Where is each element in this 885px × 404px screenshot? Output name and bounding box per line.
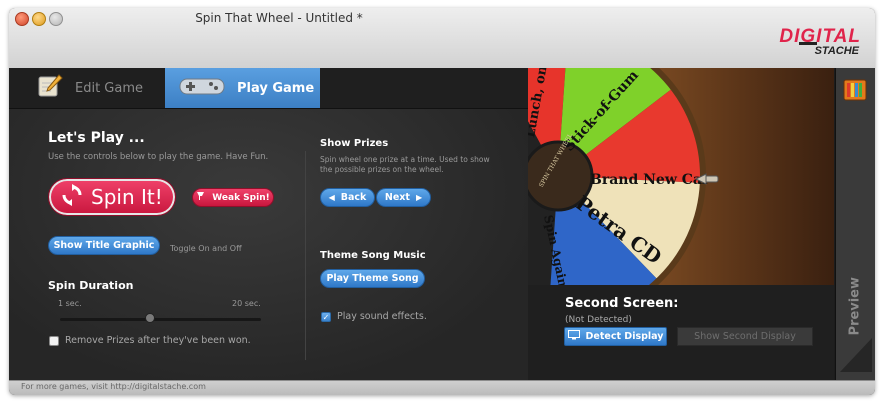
spin-duration-max: 20 sec. [232, 299, 261, 308]
column-divider [305, 151, 306, 360]
spin-it-button[interactable]: Spin It! [48, 178, 176, 216]
preview-sidebar[interactable]: Preview [835, 68, 875, 380]
spin-duration-slider[interactable] [60, 318, 261, 321]
detect-display-label: Detect Display [585, 331, 664, 342]
second-screen-title: Second Screen: [565, 296, 679, 311]
spin-duration-title: Spin Duration [48, 279, 134, 292]
spin-duration-min: 1 sec. [58, 299, 82, 308]
preview-corner-arrow [840, 338, 872, 372]
sound-effects-checkbox[interactable]: ✓ [321, 312, 331, 322]
gamepad-icon [179, 76, 225, 100]
show-prizes-title: Show Prizes [320, 138, 389, 149]
play-theme-song-button[interactable]: Play Theme Song [320, 269, 425, 288]
title-bar: Spin That Wheel - Untitled * DIGITAL STA… [9, 8, 875, 69]
edit-pencil-icon [37, 74, 63, 102]
tab-edit-game[interactable]: Edit Game [9, 68, 165, 108]
refresh-icon [61, 183, 83, 211]
sound-effects-label: Play sound effects. [337, 311, 427, 322]
play-title: Let's Play ... [48, 130, 145, 146]
footer-text: For more games, visit http://digitalstac… [21, 382, 206, 391]
film-strip-icon [843, 78, 867, 106]
prize-wheel: Lunch, on Stick-of-Gum Brand New Car Pet… [528, 68, 719, 285]
tab-play-game-label: Play Game [237, 80, 315, 96]
tab-edit-game-label: Edit Game [75, 80, 144, 96]
remove-prizes-label: Remove Prizes after they've been won. [65, 335, 251, 346]
show-second-display-button[interactable]: Show Second Display [677, 327, 813, 346]
spin-it-label: Spin It! [91, 185, 163, 209]
tab-bar: Edit Game Play Game [9, 68, 528, 109]
remove-prizes-checkbox[interactable] [49, 336, 59, 346]
detect-display-button[interactable]: Detect Display [564, 327, 667, 346]
weak-spin-label: Weak Spin! [212, 192, 270, 203]
show-prizes-desc-2: the possible prizes on the wheel. [320, 165, 444, 174]
next-button[interactable]: Next ▶ [376, 188, 431, 207]
checkmark-icon: ✓ [322, 313, 330, 322]
play-subtitle: Use the controls below to play the game.… [48, 152, 269, 162]
show-title-graphic-button[interactable]: Show Title Graphic [48, 236, 160, 255]
preview-area: Lunch, on Stick-of-Gum Brand New Car Pet… [528, 68, 875, 380]
window-title: Spin That Wheel - Untitled * [195, 11, 363, 25]
logo-line2: STACHE [814, 45, 859, 57]
wheel-label-brand-new-car: Brand New Car [590, 172, 710, 188]
left-arrow-icon: ◀ [328, 193, 335, 202]
footer-bar: For more games, visit http://digitalstac… [9, 380, 875, 395]
second-screen-panel: Second Screen: (Not Detected) Detect Dis… [528, 285, 834, 380]
right-arrow-icon: ▶ [415, 193, 423, 202]
next-label: Next [384, 192, 410, 203]
preview-label: Preview [847, 276, 863, 336]
second-screen-status: (Not Detected) [565, 315, 632, 325]
app-window: Spin That Wheel - Untitled * DIGITAL STA… [9, 8, 875, 395]
tab-play-game[interactable]: Play Game [165, 68, 320, 108]
back-button[interactable]: ◀ Back [320, 188, 375, 207]
theme-song-title: Theme Song Music [320, 250, 426, 261]
digitalstache-logo: DIGITAL STACHE [771, 26, 861, 60]
wheel-preview: Lunch, on Stick-of-Gum Brand New Car Pet… [528, 68, 834, 285]
back-label: Back [340, 192, 367, 203]
weak-spin-icon [196, 191, 205, 204]
show-prizes-desc-1: Spin wheel one prize at a time. Used to … [320, 155, 490, 164]
monitor-icon [567, 330, 580, 343]
weak-spin-button[interactable]: Weak Spin! [192, 188, 274, 207]
control-panel: Edit Game Play Game [9, 68, 528, 380]
toggle-hint: Toggle On and Off [170, 244, 242, 253]
